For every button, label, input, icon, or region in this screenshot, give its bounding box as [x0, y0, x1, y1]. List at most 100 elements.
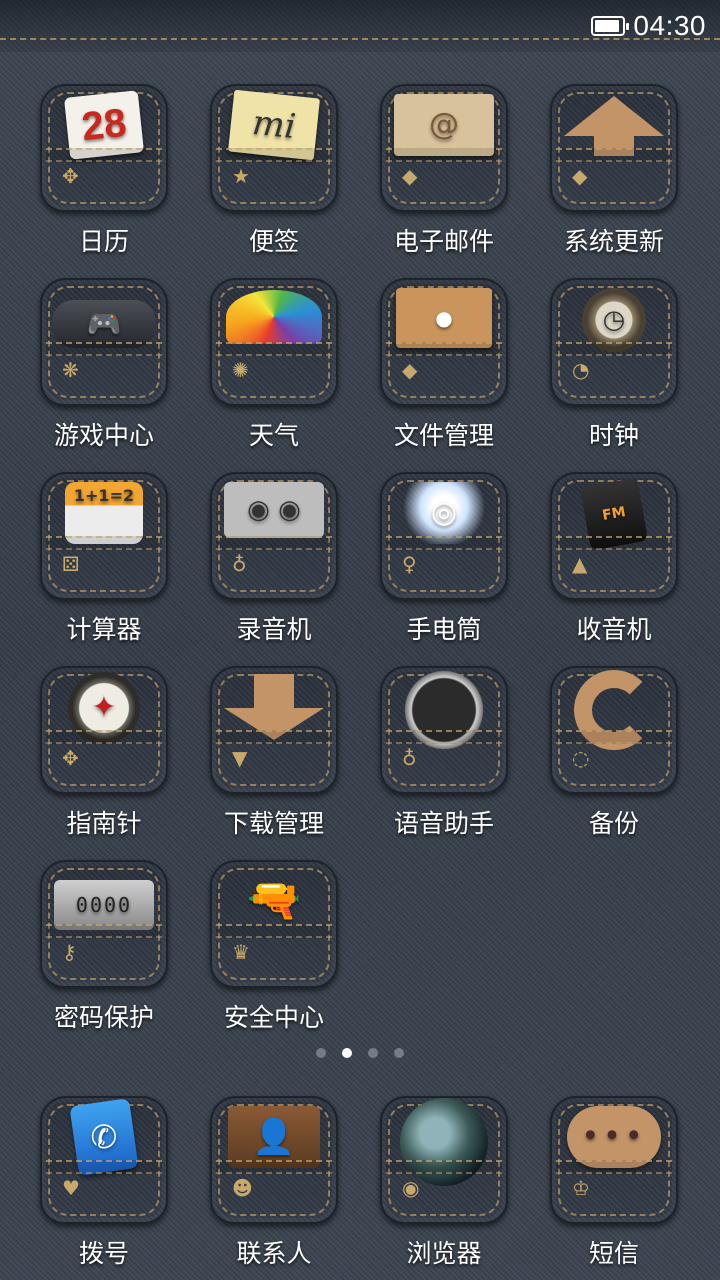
heart-charm-icon: ♥ [62, 1176, 80, 1200]
bulb-charm-icon: ♀ [402, 552, 417, 576]
pocket-lip [216, 342, 332, 356]
pocket: ◆ [550, 84, 678, 212]
page-dot-active[interactable] [342, 1048, 352, 1058]
pocket-lip [556, 342, 672, 356]
tag-charm-icon: ◆ [402, 358, 418, 382]
app-recorder[interactable]: ◉ ◉ ♁ 录音机 [194, 466, 354, 656]
pocket-lip [46, 148, 162, 162]
battery-icon [591, 16, 630, 36]
pocket-lip [386, 1160, 502, 1174]
app-radio[interactable]: FM ▲ 收音机 [534, 466, 694, 656]
pocket: ◉ ◉ ♁ [210, 472, 338, 600]
app-system-update[interactable]: ◆ 系统更新 [534, 78, 694, 268]
app-label: 下载管理 [223, 809, 324, 838]
app-password-protection[interactable]: 0000 ⚷ 密码保护 [24, 854, 184, 1044]
charm-icon: ❋ [62, 358, 79, 382]
app-weather[interactable]: ✺ 天气 [194, 272, 354, 462]
page-dot[interactable] [316, 1048, 326, 1058]
clock-charm-icon: ◔ [572, 358, 590, 382]
app-calculator[interactable]: 1+1=2 ⚄ 计算器 [24, 466, 184, 656]
pocket-lip [216, 730, 332, 744]
star-charm-icon: ★ [232, 164, 250, 188]
dice-charm-icon: ⚄ [62, 552, 80, 576]
app-label: 电子邮件 [393, 227, 494, 256]
app-game-center[interactable]: 🎮 ❋ 游戏中心 [24, 272, 184, 462]
app-label: 密码保护 [53, 1003, 154, 1032]
pocket-lip [46, 1160, 162, 1174]
envelope-icon: @ [394, 94, 494, 156]
ring-charm-icon: ◌ [572, 746, 590, 770]
pocket: ◷ ◔ [550, 278, 678, 406]
gamepad-icon: 🎮 [52, 300, 156, 348]
arrow-down-stem [254, 674, 294, 708]
page-dot[interactable] [394, 1048, 404, 1058]
pocket: ▼ [210, 666, 338, 794]
crown-charm-icon: ♔ [572, 1176, 590, 1200]
app-label: 日历 [78, 227, 129, 256]
app-flashlight[interactable]: ◎ ♀ 手电筒 [364, 466, 524, 656]
pocket: ••• ♔ [550, 1096, 678, 1224]
pocket: 28 ✥ [40, 84, 168, 212]
app-voice-assistant[interactable]: ♁ 语音助手 [364, 660, 524, 850]
charm-icon: ✥ [62, 164, 79, 188]
arrow-charm-icon: ▼ [232, 746, 248, 770]
badge-charm-icon: ♛ [232, 940, 250, 964]
app-label: 浏览器 [406, 1239, 482, 1268]
status-bar: 04:30 [0, 0, 720, 52]
app-file-manager[interactable]: ● ◆ 文件管理 [364, 272, 524, 462]
app-label: 天气 [248, 421, 299, 450]
pocket-lip [386, 536, 502, 550]
dock-app-browser[interactable]: ◉ 浏览器 [364, 1090, 524, 1280]
page-dot[interactable] [368, 1048, 378, 1058]
dock-app-contacts[interactable]: 👤 ☻ 联系人 [194, 1090, 354, 1280]
pocket-lip [386, 342, 502, 356]
app-calendar[interactable]: 28 ✥ 日历 [24, 78, 184, 268]
combination-lock-icon: 0000 [54, 880, 154, 930]
app-email[interactable]: @ ◆ 电子邮件 [364, 78, 524, 268]
app-label: 短信 [588, 1239, 639, 1268]
calculator-icon: 1+1=2 [65, 482, 143, 544]
chat-bubble-icon: ••• [567, 1106, 661, 1168]
app-backup[interactable]: ◌ 备份 [534, 660, 694, 850]
app-download-manager[interactable]: ▼ 下载管理 [194, 660, 354, 850]
pocket: ✦ ✥ [40, 666, 168, 794]
pocket-lip [46, 924, 162, 938]
pocket-lip [386, 730, 502, 744]
pocket-lip [556, 148, 672, 162]
pocket: ● ◆ [380, 278, 508, 406]
app-label: 指南针 [66, 809, 142, 838]
pocket-lip [556, 730, 672, 744]
pocket-lip [216, 148, 332, 162]
app-label: 录音机 [236, 615, 312, 644]
dock-app-messages[interactable]: ••• ♔ 短信 [534, 1090, 694, 1280]
status-clock: 04:30 [633, 10, 706, 41]
app-label: 手电筒 [406, 615, 482, 644]
tag-charm-icon: ◆ [402, 164, 418, 188]
app-notes[interactable]: mi ★ 便签 [194, 78, 354, 268]
pocket: 👤 ☻ [210, 1096, 338, 1224]
folder-envelope-icon: ● [396, 288, 492, 348]
pocket-lip [556, 536, 672, 550]
pocket-lip [216, 536, 332, 550]
tower-charm-icon: ▲ [572, 552, 588, 576]
app-label: 收音机 [576, 615, 652, 644]
pocket-lip [216, 924, 332, 938]
page-indicator[interactable] [0, 1048, 720, 1062]
app-clock[interactable]: ◷ ◔ 时钟 [534, 272, 694, 462]
tag-charm-icon: ◆ [572, 164, 588, 188]
umbrella-icon [226, 290, 322, 344]
microphone-charm-icon: ♁ [232, 552, 247, 576]
flashlight-icon: ◎ [399, 482, 489, 544]
pocket: ✺ [210, 278, 338, 406]
pocket-lip [46, 342, 162, 356]
pocket-lip [46, 730, 162, 744]
battery-fill [595, 20, 619, 32]
pocket: 0000 ⚷ [40, 860, 168, 988]
dock-app-dialer[interactable]: ✆ ♥ 拨号 [24, 1090, 184, 1280]
microphone-charm-icon: ♁ [402, 746, 417, 770]
arrow-up-icon [564, 96, 664, 136]
pocket: ◌ [550, 666, 678, 794]
app-label: 文件管理 [393, 421, 494, 450]
app-security-center[interactable]: 🔫 ♛ 安全中心 [194, 854, 354, 1044]
app-compass[interactable]: ✦ ✥ 指南针 [24, 660, 184, 850]
